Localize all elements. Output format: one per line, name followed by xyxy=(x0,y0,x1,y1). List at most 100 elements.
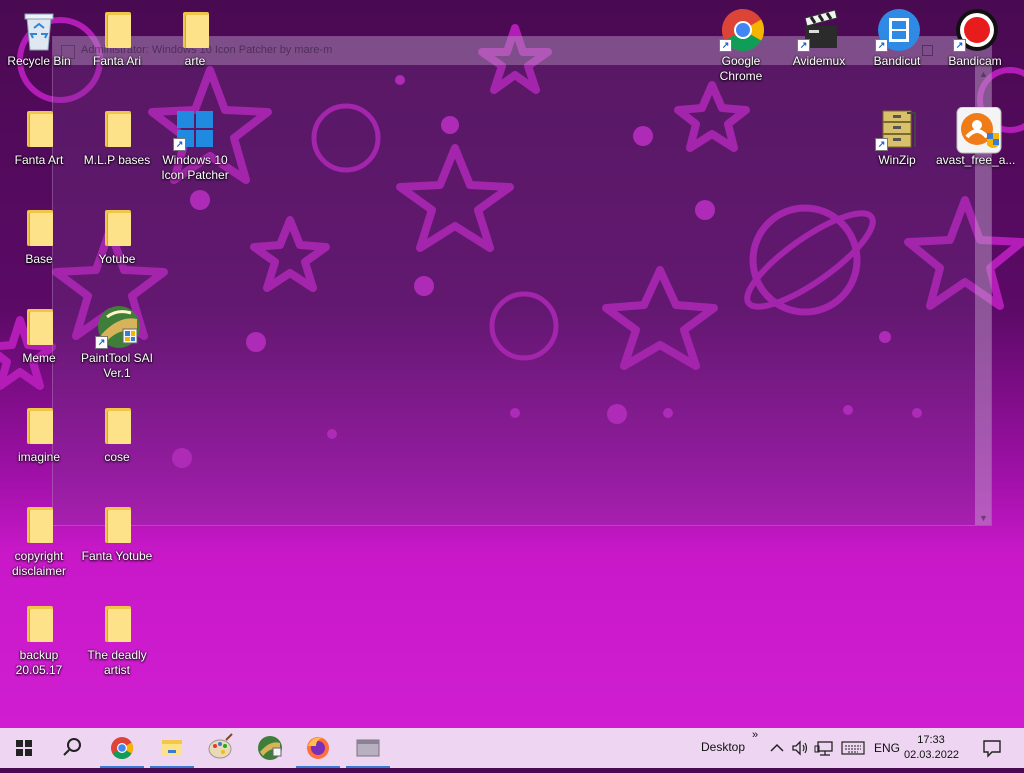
desktop-icon-label: Base xyxy=(25,252,53,266)
desktop-icon-avast-free[interactable]: avast_free_a... xyxy=(936,106,1016,168)
shortcut-arrow-icon: ↗ xyxy=(797,39,810,52)
folder-icon xyxy=(97,206,137,250)
scroll-down-icon[interactable]: ▼ xyxy=(979,513,988,523)
desktop-icon-cose[interactable]: cose xyxy=(78,404,156,465)
paint-icon xyxy=(208,733,233,759)
touch-keyboard-button[interactable] xyxy=(840,738,866,758)
folder-icon xyxy=(19,404,59,448)
desktop-icon-label: copyright disclaimer xyxy=(11,549,66,578)
keyboard-icon xyxy=(841,741,865,755)
action-center-button[interactable] xyxy=(980,736,1004,760)
desktop-icon-mlp-bases[interactable]: M.L.P bases xyxy=(78,107,156,168)
scroll-up-icon[interactable]: ▲ xyxy=(979,69,988,79)
shortcut-arrow-icon: ↗ xyxy=(95,336,108,349)
window-app-icon xyxy=(356,739,380,757)
desktop-icon-fanta-ari[interactable]: Fanta Ari xyxy=(78,8,156,69)
shortcut-arrow-icon: ↗ xyxy=(953,39,966,52)
folder-icon xyxy=(19,107,59,151)
desktop-icon-label: Bandicam xyxy=(948,54,1002,68)
folder-icon xyxy=(175,8,215,52)
desktop-icon-bandicam[interactable]: ↗ Bandicam xyxy=(936,8,1014,69)
shortcut-arrow-icon: ↗ xyxy=(875,39,888,52)
desktop-icon-yotube[interactable]: Yotube xyxy=(78,206,156,267)
desktop-icon-fanta-yotube[interactable]: Fanta Yotube xyxy=(78,503,156,564)
desktop-icon-label: Fanta Ari xyxy=(92,54,142,68)
show-hidden-icons-button[interactable] xyxy=(768,738,786,758)
firefox-icon xyxy=(307,737,329,759)
speaker-icon xyxy=(792,740,808,756)
desktop-icon-label: WinZip xyxy=(878,153,916,167)
desktop-icon-label: Avidemux xyxy=(792,54,846,68)
desktop-icon-label: cose xyxy=(104,450,130,464)
desktop-icon-label: Fanta Yotube xyxy=(81,549,153,563)
desktop-icon-label: backup 20.05.17 xyxy=(15,648,63,677)
desktop-icon-label: arte xyxy=(184,54,206,68)
start-icon xyxy=(16,740,32,756)
input-language-indicator[interactable]: ENG xyxy=(874,741,900,755)
taskbar-firefox[interactable] xyxy=(294,728,342,768)
windows-logo-icon: ↗ xyxy=(173,107,215,151)
desktop-icon-the-deadly-artist[interactable]: The deadly artist xyxy=(78,602,156,678)
chevron-up-icon xyxy=(770,743,784,752)
film-icon: ↗ xyxy=(875,8,920,52)
desktop-icon-avidemux[interactable]: ↗ Avidemux xyxy=(780,8,858,69)
clapperboard-icon: ↗ xyxy=(797,8,839,52)
desktop-icon-bandicut[interactable]: ↗ Bandicut xyxy=(858,8,936,69)
avast-installer-icon xyxy=(955,106,1002,154)
taskbar-window-app[interactable] xyxy=(344,728,392,768)
taskbar-chrome[interactable] xyxy=(98,728,146,768)
desktop-icon-google-chrome[interactable]: ↗ Google Chrome xyxy=(702,8,780,84)
start-button[interactable] xyxy=(0,728,48,768)
taskbar-file-explorer[interactable] xyxy=(148,728,196,768)
desktop-icon-copyright-disclaimer[interactable]: copyright disclaimer xyxy=(0,503,78,579)
folder-icon xyxy=(97,404,137,448)
shortcut-arrow-icon: ↗ xyxy=(719,39,732,52)
desktop-icon-base[interactable]: Base xyxy=(0,206,78,267)
desktop-icon-label: imagine xyxy=(17,450,61,464)
taskbar: Desktop » ENG 17:33 02.03.2022 xyxy=(0,728,1024,768)
desktop-icon-label: Fanta Art xyxy=(14,153,64,167)
desktop-toolbar-label[interactable]: Desktop xyxy=(701,740,745,754)
desktop-icon-painttool-sai[interactable]: ↗ PaintTool SAI Ver.1 xyxy=(78,305,156,381)
desktop-icon-fanta-art[interactable]: Fanta Art xyxy=(0,107,78,168)
clock-date: 02.03.2022 xyxy=(904,749,960,761)
winzip-icon: ↗ xyxy=(875,107,917,151)
desktop-icon-label: Google Chrome xyxy=(719,54,763,83)
desktop-icon-backup[interactable]: backup 20.05.17 xyxy=(0,602,78,678)
folder-icon xyxy=(97,602,137,646)
desktop-icon-label: PaintTool SAI Ver.1 xyxy=(80,351,154,380)
desktop-icon-arte[interactable]: arte xyxy=(156,8,234,69)
desktop-icon-label: Meme xyxy=(22,351,56,365)
network-icon xyxy=(814,741,833,756)
desktop-icon-winzip[interactable]: ↗ WinZip xyxy=(858,107,936,168)
network-button[interactable] xyxy=(814,738,836,758)
desktop-icon-label: M.L.P bases xyxy=(83,153,151,167)
taskbar-painttool-sai[interactable] xyxy=(246,728,294,768)
taskbar-paint[interactable] xyxy=(196,728,244,768)
desktop-icon-label: The deadly artist xyxy=(87,648,147,677)
search-button[interactable] xyxy=(48,728,96,768)
chrome-icon: ↗ xyxy=(719,8,765,52)
search-icon xyxy=(63,738,81,756)
notification-icon xyxy=(983,740,1001,758)
desktop-icon-label: Windows 10 Icon Patcher xyxy=(161,153,229,182)
volume-button[interactable] xyxy=(790,738,810,758)
shortcut-arrow-icon: ↗ xyxy=(173,138,186,151)
clock[interactable]: 17:33 02.03.2022 xyxy=(904,730,960,766)
toolbar-chevron-icon[interactable]: » xyxy=(752,729,758,741)
painttool-sai-icon: ↗ xyxy=(95,305,140,349)
file-explorer-icon xyxy=(162,740,182,756)
desktop-icon-imagine[interactable]: imagine xyxy=(0,404,78,465)
folder-icon xyxy=(19,305,59,349)
chrome-icon xyxy=(111,737,133,759)
desktop-icon-windows10-icon-patcher[interactable]: ↗ Windows 10 Icon Patcher xyxy=(156,107,234,183)
folder-icon xyxy=(19,602,59,646)
desktop-icon-recycle-bin[interactable]: Recycle Bin xyxy=(0,8,78,69)
desktop-icon-label: avast_free_a... xyxy=(936,153,1016,167)
desktop-icon-meme[interactable]: Meme xyxy=(0,305,78,366)
clock-time: 17:33 xyxy=(917,734,945,746)
recycle-bin-icon xyxy=(19,8,59,52)
record-icon: ↗ xyxy=(953,8,998,52)
folder-icon xyxy=(19,503,59,547)
folder-icon xyxy=(97,503,137,547)
